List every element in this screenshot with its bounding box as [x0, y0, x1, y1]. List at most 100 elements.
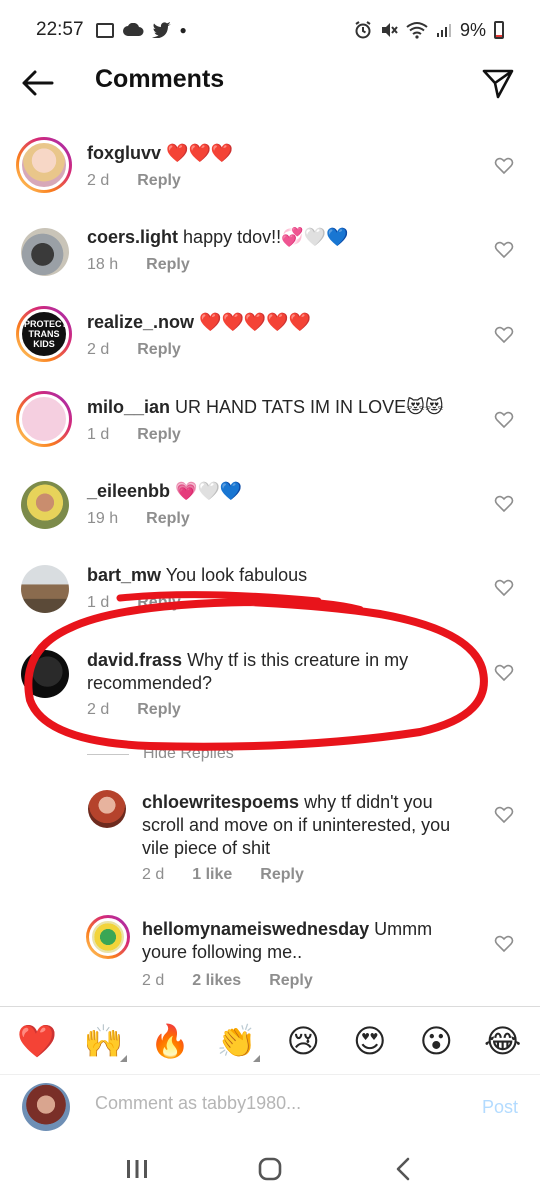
emoji-surprised[interactable]: 😮 [411, 1022, 461, 1060]
comment-time: 19 h [87, 510, 119, 527]
paper-plane-icon [482, 69, 514, 99]
back-button[interactable] [20, 63, 56, 103]
avatar[interactable] [16, 391, 72, 447]
comment-time: 2 d [87, 701, 110, 718]
home-button[interactable] [250, 1149, 290, 1189]
reply-time: 2 d [142, 972, 165, 989]
my-avatar [22, 1083, 70, 1131]
reply-button[interactable]: Reply [137, 341, 181, 359]
comment-time: 1 d [87, 594, 110, 611]
emoji-heart[interactable]: ❤️ [12, 1022, 62, 1060]
comment-username[interactable]: milo__ian [87, 397, 170, 417]
like-heart-icon[interactable] [494, 156, 514, 176]
like-heart-icon[interactable] [494, 410, 514, 430]
reply-time: 2 d [142, 866, 165, 883]
comment-text: happy tdov!!💞🤍💙 [183, 227, 349, 247]
emoji-laughing[interactable]: 😂 [478, 1022, 528, 1060]
avatar[interactable] [21, 565, 69, 613]
skin-tone-indicator-icon [119, 1054, 127, 1062]
like-heart-icon[interactable] [494, 663, 514, 683]
reply-username[interactable]: chloewritespoems [142, 792, 299, 812]
battery-percent: 9% [459, 19, 486, 40]
avatar[interactable] [16, 137, 72, 193]
comment-time: 1 d [87, 426, 110, 443]
skin-tone-indicator-icon [252, 1054, 260, 1062]
reply-button[interactable]: Reply [146, 510, 190, 528]
emoji-heart-eyes[interactable]: 😍 [345, 1022, 395, 1060]
post-button[interactable]: Post [482, 1097, 518, 1118]
comment-text: UR HAND TATS IM IN LOVE😻😻 [175, 397, 444, 417]
comment-username[interactable]: _eileenbb [87, 481, 170, 501]
system-nav-bar [0, 1138, 540, 1200]
reply-username[interactable]: hellomynameiswednesday [142, 919, 369, 939]
avatar[interactable]: PROTECT TRANS KIDS [16, 306, 72, 362]
comment-time: 2 d [87, 172, 110, 189]
twitter-icon [151, 22, 171, 38]
avatar[interactable] [86, 915, 130, 959]
like-heart-icon[interactable] [494, 325, 514, 345]
comment-text: 💗🤍💙 [175, 481, 243, 501]
reply-button[interactable]: Reply [137, 426, 181, 444]
comment-text: You look fabulous [165, 565, 308, 585]
recent-apps-button[interactable] [117, 1149, 157, 1189]
back-nav-button[interactable] [383, 1149, 423, 1189]
status-time: 22:57 [36, 19, 84, 40]
avatar[interactable] [21, 481, 69, 529]
wifi-icon [406, 22, 428, 39]
gallery-icon [95, 22, 114, 38]
like-heart-icon[interactable] [494, 494, 514, 514]
back-arrow-icon [22, 70, 54, 96]
avatar[interactable] [88, 790, 126, 828]
cloud-icon [122, 23, 144, 36]
recent-apps-icon [126, 1160, 147, 1178]
emoji-raised-hands[interactable]: 🙌 [79, 1022, 129, 1062]
comment-username[interactable]: coers.light [87, 227, 178, 247]
comment-input[interactable] [95, 1093, 435, 1114]
comment-username[interactable]: bart_mw [87, 565, 161, 585]
mute-icon [381, 23, 398, 37]
header: Comments [0, 55, 540, 111]
signal-icon [436, 24, 451, 37]
home-icon [258, 1157, 282, 1181]
dot-icon: ● [179, 23, 187, 37]
emoji-crying[interactable]: 😢 [278, 1022, 328, 1060]
comment-time: 18 h [87, 256, 119, 273]
page-title: Comments [95, 65, 225, 93]
chevron-left-icon [397, 1157, 410, 1181]
comment-username[interactable]: david.frass [87, 650, 182, 670]
system-icons: 9% [354, 20, 504, 41]
like-heart-icon[interactable] [494, 934, 514, 954]
likes-count[interactable]: 2 likes [192, 972, 241, 990]
comment-username[interactable]: foxgluvv [87, 143, 161, 163]
likes-count[interactable]: 1 like [192, 866, 232, 884]
reply-button[interactable]: Reply [137, 701, 181, 719]
like-heart-icon[interactable] [494, 805, 514, 825]
comment-time: 2 d [87, 341, 110, 358]
avatar-badge-text: PROTECT TRANS KIDS [24, 319, 68, 349]
reply-button[interactable]: Reply [137, 594, 181, 612]
status-bar: 22:57 ● 9% [0, 0, 540, 60]
hide-replies-label: Hide Replies [143, 745, 234, 762]
battery-icon [494, 21, 504, 39]
reply-button[interactable]: Reply [137, 172, 181, 190]
emoji-glyph: 👏 [216, 1022, 257, 1059]
hide-replies-button[interactable]: Hide Replies [87, 745, 234, 763]
divider [87, 753, 129, 755]
comment-text: ❤️❤️❤️ [166, 143, 234, 163]
reply-button[interactable]: Reply [269, 972, 313, 990]
share-button[interactable] [480, 63, 516, 103]
like-heart-icon[interactable] [494, 240, 514, 260]
reply-button[interactable]: Reply [260, 866, 304, 884]
like-heart-icon[interactable] [494, 578, 514, 598]
comment-username[interactable]: realize_.now [87, 312, 194, 332]
avatar[interactable] [21, 228, 69, 276]
emoji-glyph: 🙌 [83, 1022, 124, 1059]
comment-text: ❤️❤️❤️❤️❤️ [199, 312, 312, 332]
avatar[interactable] [21, 650, 69, 698]
comment-input-bar: Post [0, 1074, 540, 1138]
alarm-icon [355, 21, 371, 39]
emoji-fire[interactable]: 🔥 [145, 1022, 195, 1060]
reply-button[interactable]: Reply [146, 256, 190, 274]
notification-icons: ● [95, 22, 187, 38]
emoji-clap[interactable]: 👏 [212, 1022, 262, 1062]
